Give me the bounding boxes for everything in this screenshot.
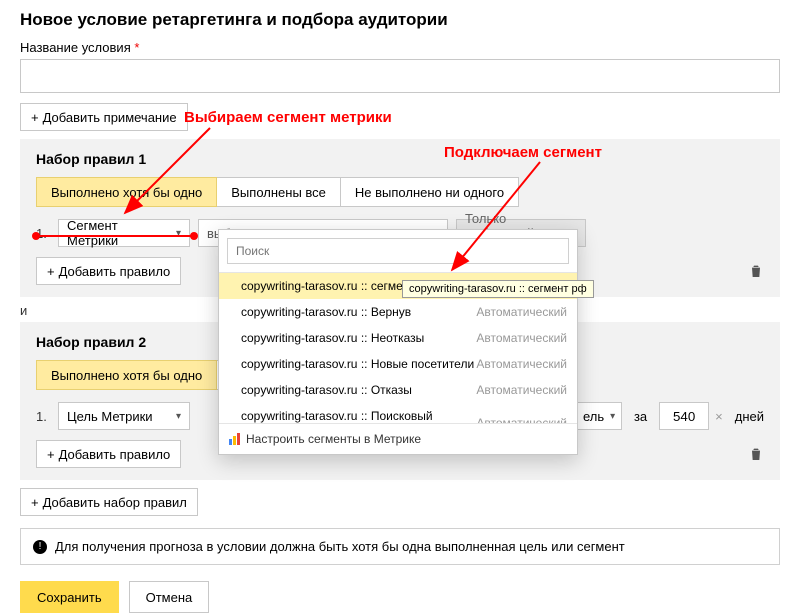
chevron-down-icon: ▾ (176, 411, 181, 422)
segment-option[interactable]: copywriting-tarasov.ru :: Новые посетите… (219, 351, 577, 377)
ruleset-1-tabs: Выполнено хотя бы одно Выполнены все Не … (36, 177, 764, 207)
page-title: Новое условие ретаргетинга и подбора ауд… (20, 10, 780, 30)
add-rule-button-2[interactable]: + Добавить правило (36, 440, 181, 468)
plus-icon: + (31, 110, 39, 125)
plus-icon: + (31, 495, 39, 510)
segment-tooltip: copywriting-tarasov.ru :: сегмент рф (402, 280, 594, 298)
clear-days-icon[interactable]: × (715, 409, 723, 424)
delete-ruleset-2-icon[interactable] (748, 446, 764, 462)
rule-type-select[interactable]: Сегмент Метрики ▾ (58, 219, 190, 247)
segment-option[interactable]: copywriting-tarasov.ru :: НеотказыАвтома… (219, 325, 577, 351)
segment-option[interactable]: copywriting-tarasov.ru :: ВернувАвтомати… (219, 299, 577, 325)
ruleset-1-title: Набор правил 1 (36, 151, 764, 167)
add-note-button[interactable]: + Добавить примечание (20, 103, 188, 131)
highlight-underline (36, 235, 192, 237)
days-label: дней (735, 409, 764, 424)
plus-icon: + (47, 447, 55, 462)
tab-none[interactable]: Не выполнено ни одного (340, 177, 519, 207)
plus-icon: + (47, 264, 55, 279)
segment-option[interactable]: copywriting-tarasov.ru :: Поисковый траф… (219, 403, 577, 423)
tab-any[interactable]: Выполнено хотя бы одно (36, 177, 217, 207)
add-rule-button[interactable]: + Добавить правило (36, 257, 181, 285)
rule-type-select-2[interactable]: Цель Метрики ▾ (58, 402, 190, 430)
segment-option[interactable]: copywriting-tarasov.ru :: ОтказыАвтомати… (219, 377, 577, 403)
scope-select-2[interactable]: ель ▾ (574, 402, 622, 430)
info-icon: ! (33, 540, 47, 554)
save-button[interactable]: Сохранить (20, 581, 119, 613)
segment-dropdown-panel: copywriting-tarasov.ru :: сегмент рфcopy… (218, 229, 578, 455)
condition-name-input[interactable] (20, 59, 780, 93)
days-input[interactable] (659, 402, 709, 430)
highlight-dot-right (190, 232, 198, 240)
tab-any-2[interactable]: Выполнено хотя бы одно (36, 360, 217, 390)
za-label: за (634, 409, 647, 424)
cancel-button[interactable]: Отмена (129, 581, 210, 613)
add-ruleset-button[interactable]: + Добавить набор правил (20, 488, 198, 516)
tab-all[interactable]: Выполнены все (216, 177, 341, 207)
configure-segments-link[interactable]: Настроить сегменты в Метрике (219, 423, 577, 454)
rule-number: 1. (36, 409, 50, 424)
metrika-icon (229, 433, 240, 445)
delete-ruleset-icon[interactable] (748, 263, 764, 279)
highlight-dot-left (32, 232, 40, 240)
chevron-down-icon: ▾ (610, 411, 615, 422)
segment-search-input[interactable] (227, 238, 569, 264)
forecast-alert: ! Для получения прогноза в условии должн… (20, 528, 780, 565)
name-label: Название условия * (20, 40, 780, 55)
